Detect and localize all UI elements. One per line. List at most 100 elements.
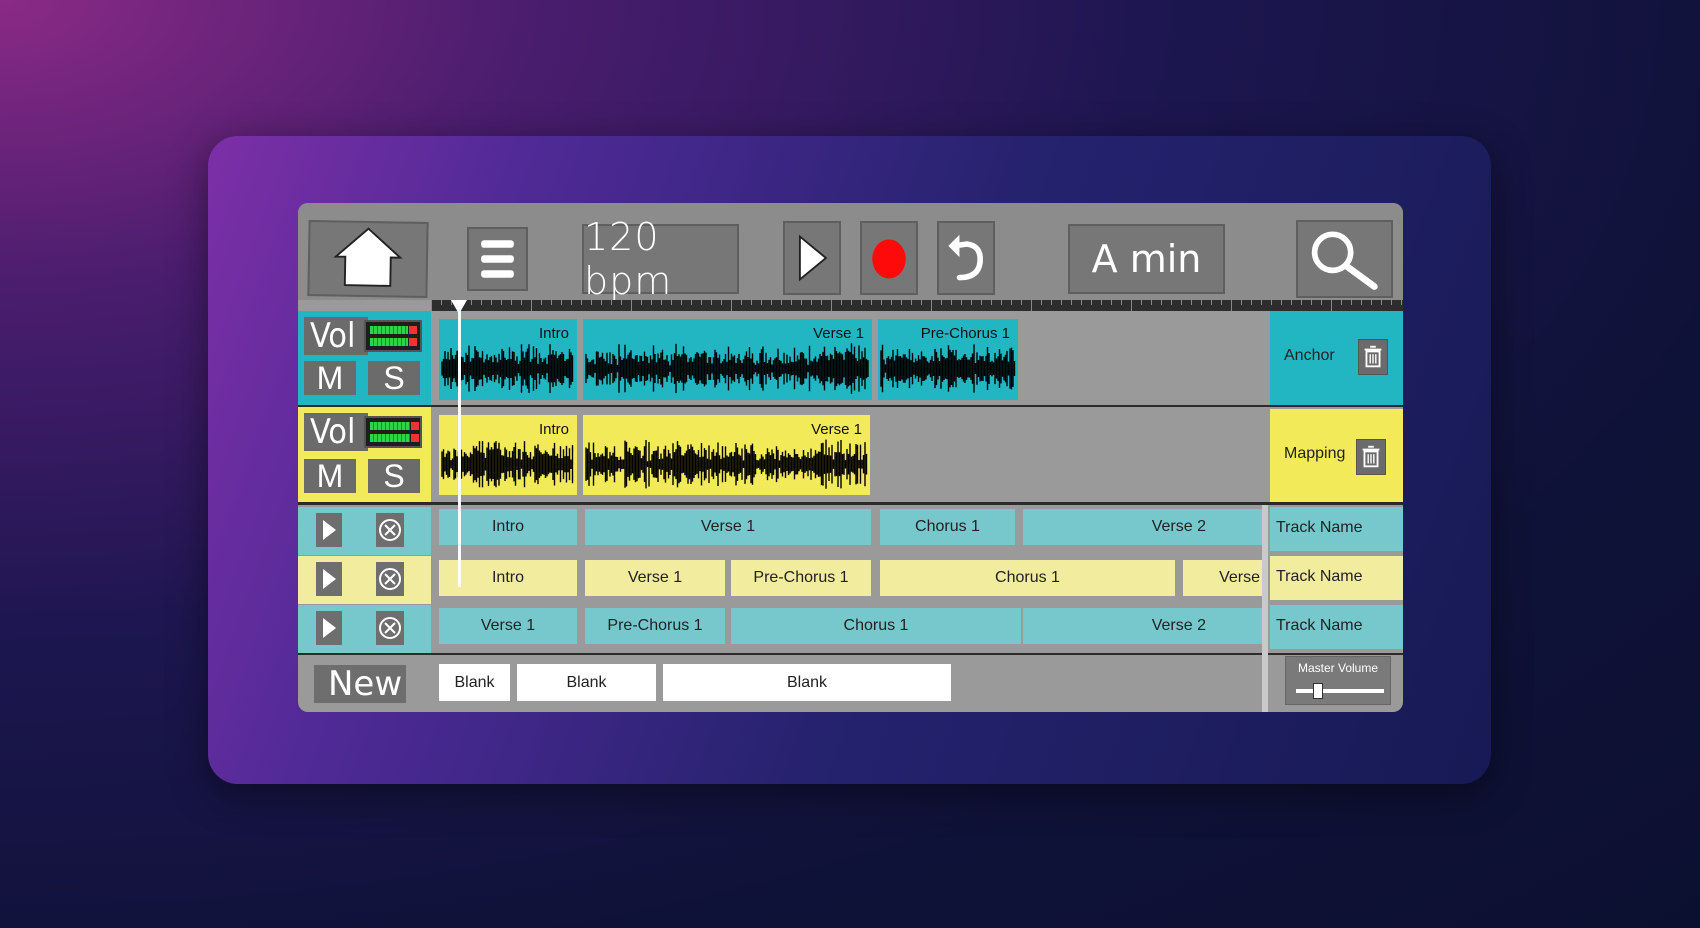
ruler-tick	[1331, 300, 1332, 311]
blank-section[interactable]: Blank	[663, 664, 951, 701]
track-strip-2: Vol M S	[298, 407, 431, 502]
ruler-tick	[1051, 300, 1052, 305]
arrangement-controls-3	[298, 605, 431, 653]
audio-clip[interactable]: Verse 1	[583, 415, 870, 495]
level-meter	[364, 416, 422, 448]
meter-bar-left	[370, 422, 419, 430]
ruler-tick	[641, 300, 642, 305]
track-lane-2[interactable]: Intro Verse 1	[431, 407, 1268, 502]
ruler-tick	[711, 300, 712, 305]
ruler-tick	[471, 300, 472, 305]
ruler-tick	[1401, 300, 1402, 305]
ruler-tick	[1061, 300, 1062, 305]
record-button[interactable]	[860, 221, 918, 295]
section-block[interactable]: Verse 2	[1023, 608, 1262, 644]
tempo-display[interactable]: 120 bpm	[582, 215, 739, 303]
clip-label: Verse 1	[813, 325, 864, 342]
arrangement-controls-1	[298, 507, 431, 555]
ruler-tick	[981, 300, 982, 305]
playhead[interactable]	[451, 300, 467, 587]
ruler-tick	[651, 300, 652, 305]
master-volume-knob[interactable]	[1313, 683, 1323, 699]
ruler-tick	[811, 300, 812, 305]
section-block[interactable]: Verse 1	[585, 560, 725, 596]
new-arrangement-button[interactable]: New	[314, 665, 406, 703]
clip-label: Verse 1	[811, 421, 862, 438]
section-block[interactable]: Pre-Chorus 1	[585, 608, 725, 644]
audio-clip[interactable]: Pre-Chorus 1	[878, 319, 1018, 400]
ruler-tick	[531, 300, 532, 311]
volume-label[interactable]: Vol	[304, 413, 368, 451]
meter-bar-right	[370, 434, 419, 442]
master-volume[interactable]: Master Volume	[1285, 656, 1391, 705]
search-button[interactable]	[1296, 220, 1393, 298]
ruler-tick	[671, 300, 672, 305]
home-icon	[333, 227, 403, 287]
section-block[interactable]: Chorus 1	[731, 608, 1021, 644]
ruler-tick	[881, 300, 882, 305]
remove-arrangement-button[interactable]	[376, 611, 404, 645]
ruler-tick	[1271, 300, 1272, 305]
section-block[interactable]: Chorus 1	[880, 509, 1015, 545]
track-name-panel-1[interactable]: Anchor	[1270, 311, 1403, 405]
blank-section[interactable]: Blank	[439, 664, 510, 701]
track-divider	[298, 405, 1403, 407]
arrangement-name[interactable]: Track Name	[1270, 556, 1403, 600]
vertical-scrollbar[interactable]	[1262, 505, 1268, 712]
ruler-tick	[1001, 300, 1002, 305]
delete-track-button[interactable]	[1356, 439, 1386, 475]
remove-arrangement-button[interactable]	[376, 562, 404, 596]
arrangement-name[interactable]: Track Name	[1270, 507, 1403, 551]
section-block[interactable]: Verse 2	[1023, 509, 1262, 545]
remove-arrangement-button[interactable]	[376, 513, 404, 547]
audio-clip[interactable]: Verse 1	[583, 319, 872, 400]
play-arrangement-button[interactable]	[316, 562, 342, 596]
section-block[interactable]: Verse 1	[439, 608, 577, 644]
arrangement-name[interactable]: Track Name	[1270, 605, 1403, 649]
master-volume-label: Master Volume	[1297, 661, 1379, 675]
ruler-tick	[951, 300, 952, 305]
timeline-ruler[interactable]	[431, 300, 1403, 311]
play-arrangement-button[interactable]	[316, 611, 342, 645]
mute-button[interactable]: M	[304, 459, 356, 493]
mute-button[interactable]: M	[304, 361, 356, 395]
volume-label[interactable]: Vol	[304, 317, 368, 355]
ruler-tick	[1221, 300, 1222, 305]
undo-button[interactable]	[937, 221, 995, 295]
play-button[interactable]	[783, 221, 841, 295]
key-display[interactable]: A min	[1068, 224, 1225, 294]
ruler-tick	[721, 300, 722, 305]
section-block[interactable]: Verse	[1183, 560, 1262, 596]
play-arrangement-button[interactable]	[316, 513, 342, 547]
ruler-tick	[701, 300, 702, 305]
ruler-tick	[621, 300, 622, 305]
ruler-tick	[891, 300, 892, 305]
play-icon	[323, 618, 336, 638]
trash-icon	[1362, 445, 1380, 468]
track-lane-1[interactable]: Intro Verse 1 Pre-Chorus 1	[431, 311, 1268, 405]
delete-track-button[interactable]	[1358, 339, 1388, 375]
ruler-tick	[821, 300, 822, 305]
blank-section[interactable]: Blank	[517, 664, 656, 701]
ruler-tick	[561, 300, 562, 305]
ruler-tick	[1121, 300, 1122, 305]
daw-app: 120 bpm A min Vol M S Vol M S Intro Vers…	[298, 203, 1403, 712]
waveform	[585, 439, 868, 489]
home-button[interactable]	[307, 219, 429, 299]
ruler-tick	[611, 300, 612, 305]
ruler-tick	[1341, 300, 1342, 305]
ruler-tick	[431, 300, 432, 311]
ruler-tick	[521, 300, 522, 305]
solo-button[interactable]: S	[368, 459, 420, 493]
section-block[interactable]: Pre-Chorus 1	[731, 560, 871, 596]
section-block[interactable]: Chorus 1	[880, 560, 1175, 596]
section-block[interactable]: Verse 1	[585, 509, 871, 545]
track-name-panel-2[interactable]: Mapping	[1270, 409, 1403, 502]
undo-icon	[948, 234, 983, 281]
ruler-tick	[851, 300, 852, 305]
menu-icon	[481, 240, 514, 278]
solo-button[interactable]: S	[368, 361, 420, 395]
waveform-path	[880, 344, 1016, 393]
ruler-tick	[1301, 300, 1302, 305]
menu-button[interactable]	[467, 227, 528, 291]
